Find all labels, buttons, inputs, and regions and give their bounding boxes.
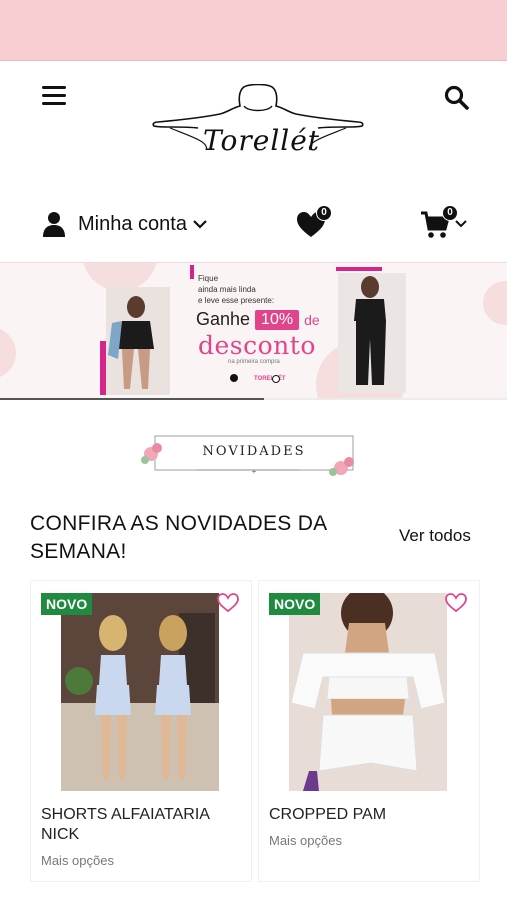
wishlist-count-badge: 0 xyxy=(316,205,332,221)
account-label: Minha conta xyxy=(78,212,187,235)
banner-dot-1[interactable] xyxy=(230,374,238,382)
product-options: Mais opções xyxy=(41,853,114,868)
top-announcement-bar xyxy=(0,0,507,61)
heart-outline-icon[interactable] xyxy=(445,593,467,613)
heart-outline-icon[interactable] xyxy=(217,593,239,613)
banner-progress-fill xyxy=(0,398,264,400)
section-title: CONFIRA AS NOVIDADES DA SEMANA! xyxy=(30,512,327,563)
banner-ganhe: Ganhe xyxy=(196,309,251,329)
new-badge: NOVO xyxy=(41,593,93,615)
banner-progress xyxy=(0,398,507,400)
banner-percent: 10% xyxy=(255,309,300,330)
banner-line1: Fique xyxy=(198,274,219,283)
new-badge: NOVO xyxy=(269,593,321,615)
cart-button[interactable]: 0 xyxy=(420,205,470,239)
banner-brand: TORELLÉT xyxy=(254,376,286,382)
chevron-down-icon xyxy=(193,220,207,229)
novidades-badge-text: NOVIDADES xyxy=(202,444,306,459)
see-all-link[interactable]: Ver todos xyxy=(399,526,471,546)
svg-text:+: + xyxy=(252,467,257,476)
product-image xyxy=(61,593,219,791)
banner-de: de xyxy=(304,311,320,328)
product-options: Mais opções xyxy=(269,833,342,848)
user-icon xyxy=(43,212,65,237)
banner-line2: ainda mais linda xyxy=(198,285,256,294)
product-card[interactable]: NOVO SHORTS ALFAIATARIA NICK Mais opções xyxy=(30,580,252,882)
account-menu[interactable]: Minha conta xyxy=(42,211,208,237)
brand-logo-text: Torellét xyxy=(203,124,321,157)
chevron-down-icon xyxy=(455,220,467,228)
banner-line3: e leve esse presente: xyxy=(198,296,275,305)
search-icon[interactable] xyxy=(443,84,471,112)
banner-dot-2[interactable] xyxy=(272,375,280,383)
wishlist-button[interactable]: 0 xyxy=(296,205,336,239)
banner-desconto: desconto xyxy=(198,331,316,360)
banner-primeira-compra: na primeira compra xyxy=(228,359,280,365)
product-card[interactable]: NOVO CROPPED PAM Mais opções xyxy=(258,580,480,882)
product-image xyxy=(289,593,447,791)
product-name[interactable]: SHORTS ALFAIATARIA NICK xyxy=(41,805,241,845)
product-name[interactable]: CROPPED PAM xyxy=(269,805,469,825)
promo-banner[interactable]: Fique ainda mais linda e leve esse prese… xyxy=(0,262,507,399)
hamburger-menu-icon[interactable] xyxy=(42,86,66,108)
